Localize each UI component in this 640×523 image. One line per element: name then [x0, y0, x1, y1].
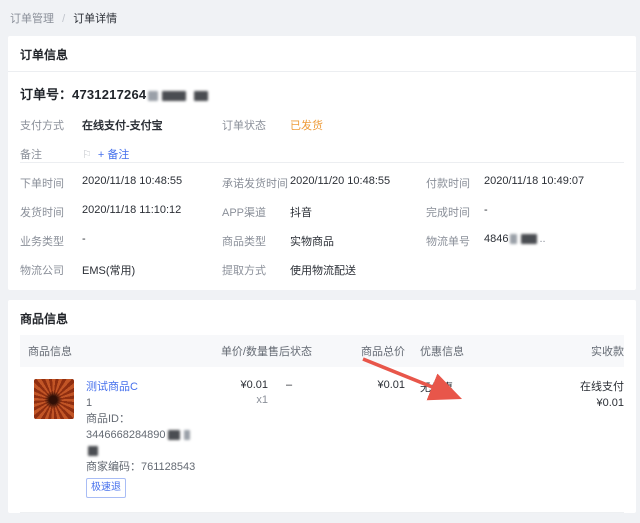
redacted-block: [521, 234, 537, 244]
goods-type-value: 实物商品: [290, 233, 426, 249]
goods-table-row: 测试商品C 1 商品ID：3446668284890 商家编码：76112854…: [20, 367, 624, 513]
price-qty-cell: ¥0.01 x1: [205, 367, 268, 512]
order-info-title: 订单信息: [8, 36, 636, 72]
ship-time-value: 2020/11/18 11:10:12: [82, 204, 222, 216]
order-number-value: 4731217264: [72, 87, 146, 102]
received-method: 在线支付: [515, 379, 624, 395]
field-label: 提取方式: [222, 262, 290, 278]
goods-table-header: 商品信息 单价/数量 售后状态 商品总价 优惠信息 实收款: [20, 335, 624, 367]
aftersale-cell: –: [268, 367, 353, 512]
breadcrumb-order-detail: 订单详情: [73, 13, 117, 25]
redacted-block: [88, 446, 98, 456]
unit-price: ¥0.01: [205, 379, 268, 391]
flag-icon: ⚐: [82, 149, 92, 161]
business-type-value: -: [82, 233, 222, 245]
field-label: 承诺发货时间: [222, 175, 290, 191]
quantity: x1: [205, 394, 268, 406]
product-spec: 1: [86, 395, 205, 411]
redacted-block: [148, 91, 158, 101]
col-goods-info: 商品信息: [20, 335, 205, 367]
total-price-cell: ¥0.01: [353, 367, 405, 512]
tracking-number-value: 4846..: [484, 233, 624, 245]
discount-cell: 无优惠: [405, 367, 515, 512]
field-label: 物流公司: [20, 262, 82, 278]
payment-method-value: 在线支付-支付宝: [82, 117, 222, 133]
field-label: 完成时间: [426, 204, 484, 220]
order-time-value: 2020/11/18 10:48:55: [82, 175, 222, 187]
redacted-block: [162, 91, 186, 101]
redacted-block: [168, 430, 180, 440]
order-number-label: 订单号：: [20, 87, 72, 102]
col-aftersale: 售后状态: [268, 335, 353, 367]
remark-label: 备注: [20, 146, 82, 162]
product-cell: 测试商品C 1 商品ID：3446668284890 商家编码：76112854…: [20, 367, 205, 512]
col-discount: 优惠信息: [405, 335, 515, 367]
add-remark-link[interactable]: + 备注: [98, 149, 129, 161]
order-number-row: 订单号：4731217264: [8, 72, 636, 103]
redacted-block: [184, 430, 190, 440]
goods-title: 商品信息: [8, 300, 636, 335]
received-cell: 在线支付 ¥0.01: [515, 367, 624, 512]
field-label: 下单时间: [20, 175, 82, 191]
field-label: 付款时间: [426, 175, 484, 191]
logistics-company-value: EMS(常用): [82, 262, 222, 278]
redacted-block: [194, 91, 208, 101]
app-channel-value: 抖音: [290, 204, 426, 220]
goods-card: 商品信息 商品信息 单价/数量 售后状态 商品总价 优惠信息 实收款 测试商品C…: [8, 300, 636, 513]
product-image[interactable]: [34, 379, 74, 419]
order-status-badge: 已发货: [290, 117, 426, 133]
fast-refund-tag: 极速退: [86, 478, 126, 498]
promise-ship-time-value: 2020/11/20 10:48:55: [290, 175, 426, 187]
pay-time-value: 2020/11/18 10:49:07: [484, 175, 624, 187]
breadcrumb: 订单管理 / 订单详情: [0, 0, 640, 26]
field-label: APP渠道: [222, 204, 290, 220]
redacted-block: [510, 234, 517, 244]
payment-method-label: 支付方式: [20, 117, 82, 133]
col-price-qty: 单价/数量: [205, 335, 268, 367]
product-name-link[interactable]: 测试商品C: [86, 379, 205, 395]
breadcrumb-separator: /: [62, 13, 65, 25]
col-received: 实收款: [515, 335, 624, 367]
col-total: 商品总价: [353, 335, 405, 367]
order-detail-grid: 下单时间 2020/11/18 10:48:55 承诺发货时间 2020/11/…: [8, 163, 636, 290]
complete-time-value: -: [484, 204, 624, 216]
field-label: 商品类型: [222, 233, 290, 249]
order-status-grid: 支付方式 在线支付-支付宝 订单状态 已发货 备注 ⚐ + 备注: [8, 103, 636, 162]
field-label: 物流单号: [426, 233, 484, 249]
order-status-label: 订单状态: [222, 117, 290, 133]
field-label: 发货时间: [20, 204, 82, 220]
received-amount: ¥0.01: [515, 395, 624, 411]
pickup-method-value: 使用物流配送: [290, 262, 426, 278]
remark-value: ⚐ + 备注: [82, 146, 222, 162]
field-label: 业务类型: [20, 233, 82, 249]
order-info-card: 订单信息 订单号：4731217264 支付方式 在线支付-支付宝 订单状态 已…: [8, 36, 636, 290]
product-id-line: 商品ID：3446668284890: [86, 411, 205, 459]
breadcrumb-order-management[interactable]: 订单管理: [10, 13, 54, 25]
merchant-code-line: 商家编码：761128543: [86, 459, 205, 475]
